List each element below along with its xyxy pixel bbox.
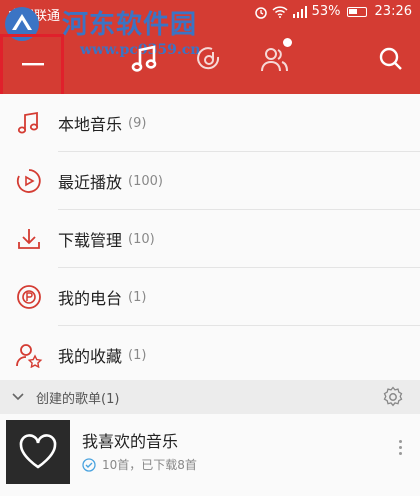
notification-dot [283,38,292,47]
music-note-icon [131,45,157,72]
chevron-down-icon [12,393,24,401]
search-button[interactable] [368,36,414,82]
status-indicators: 53% 23:26 [254,4,412,19]
radio-icon [17,285,41,309]
playlist-cover [6,420,70,484]
more-dot [399,452,402,455]
tab-friends[interactable] [252,36,298,82]
collection-icon [16,344,43,368]
list-item-local-music[interactable]: 本地音乐 (9) [0,94,420,152]
netease-logo-icon [197,47,220,70]
more-dot [399,440,402,443]
tab-discover[interactable] [186,36,232,82]
playlist-meta: 10首，已下载8首 [82,456,197,473]
playlist-item[interactable]: 我喜欢的音乐 10首，已下载8首 [0,414,420,496]
item-label: 我的电台 [58,289,123,308]
signal-icon [292,5,307,18]
tab-my-music[interactable] [122,36,168,82]
item-label: 我的收藏 [58,347,123,366]
item-label: 本地音乐 [58,115,123,134]
more-options-button[interactable] [399,440,402,455]
alarm-icon [254,6,267,19]
item-label: 下载管理 [58,231,123,250]
battery-percent: 53% [311,4,341,19]
list-item-downloads[interactable]: 下载管理 (10) [0,210,420,268]
item-count: (100) [128,173,163,189]
item-count: (10) [128,231,155,247]
list-item-recent-play[interactable]: 最近播放 (100) [0,152,420,210]
created-playlists-header[interactable]: 创建的歌单(1) [0,380,420,414]
playlist-meta-text: 10首，已下载8首 [102,458,197,472]
friends-icon [261,48,288,72]
battery-icon [346,6,367,17]
list-item-collection[interactable]: 我的收藏 (1) [0,326,420,384]
gear-icon [383,386,403,407]
section-title: 创建的歌单(1) [36,391,120,407]
music-note-icon [17,111,39,134]
item-count: (9) [128,115,147,131]
clock: 23:26 [374,4,412,19]
my-music-list: 本地音乐 (9) 最近播放 (100) 下载管理 (10) 我的电台 (1) 我… [0,94,420,384]
playlist-settings-button[interactable] [382,386,404,412]
download-icon [18,229,40,249]
item-count: (1) [128,347,147,363]
item-count: (1) [128,289,147,305]
list-item-radio[interactable]: 我的电台 (1) [0,268,420,326]
downloaded-check-icon [82,457,96,472]
item-label: 最近播放 [58,173,123,192]
recent-play-icon [16,169,41,193]
heart-icon [19,434,57,469]
wifi-icon [272,5,288,18]
more-dot [399,446,402,449]
search-icon [379,47,402,70]
playlist-name: 我喜欢的音乐 [82,432,179,451]
